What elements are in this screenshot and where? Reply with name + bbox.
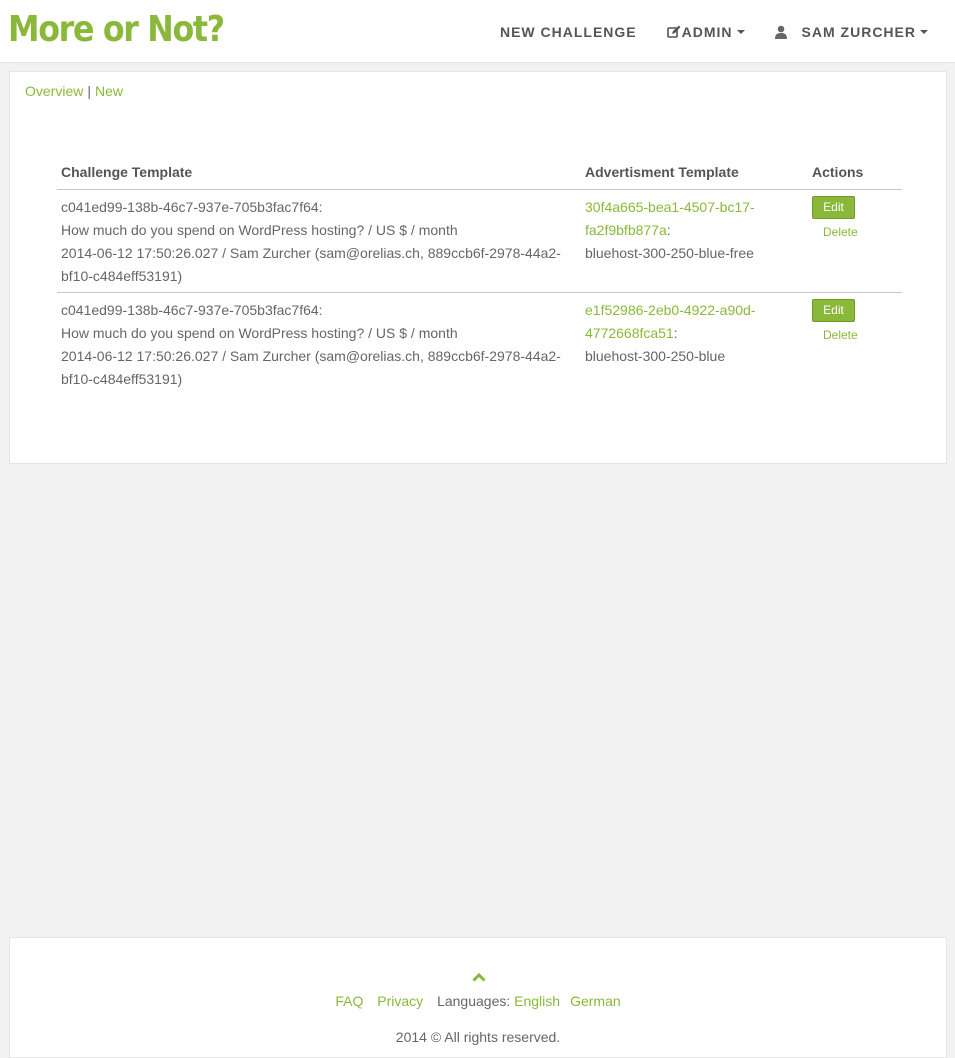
language-english-link[interactable]: English xyxy=(514,993,560,1009)
challenge-cell: c041ed99-138b-46c7-937e-705b3fac7f64: Ho… xyxy=(57,293,581,396)
header-challenge-template: Challenge Template xyxy=(57,160,581,190)
challenge-id: c041ed99-138b-46c7-937e-705b3fac7f64: xyxy=(61,302,323,318)
challenge-meta: 2014-06-12 17:50:26.027 / Sam Zurcher (s… xyxy=(61,348,561,387)
language-german-link[interactable]: German xyxy=(570,993,621,1009)
new-link[interactable]: New xyxy=(95,83,123,99)
delete-link[interactable]: Delete xyxy=(823,322,898,348)
edit-button[interactable]: Edit xyxy=(812,299,855,322)
caret-down-icon xyxy=(920,29,928,34)
challenge-question: How much do you spend on WordPress hosti… xyxy=(61,325,458,341)
advert-id-link[interactable]: e1f52986-2eb0-4922-a90d-4772668fca51 xyxy=(585,302,755,341)
brand-logo[interactable]: More or Not? xyxy=(8,8,225,52)
page-footer: FAQ Privacy Languages: English German 201… xyxy=(9,937,947,1058)
main-panel: Overview | New Challenge Template Advertis… xyxy=(9,71,947,464)
edit-button[interactable]: Edit xyxy=(812,196,855,219)
user-icon xyxy=(774,25,787,39)
header-actions: Actions xyxy=(808,160,902,190)
header-advert-template: Advertisment Template xyxy=(581,160,808,190)
new-challenge-link[interactable]: NEW CHALLENGE xyxy=(500,24,637,40)
challenge-cell: c041ed99-138b-46c7-937e-705b3fac7f64: Ho… xyxy=(57,189,581,293)
challenge-question: How much do you spend on WordPress hosti… xyxy=(61,222,458,238)
advert-colon: : xyxy=(666,222,671,238)
actions-cell: Edit Delete xyxy=(808,189,902,293)
challenge-id: c041ed99-138b-46c7-937e-705b3fac7f64: xyxy=(61,199,323,215)
caret-down-icon xyxy=(736,29,745,34)
advert-colon: : xyxy=(673,325,678,341)
breadcrumb: Overview | New xyxy=(25,83,123,99)
delete-link[interactable]: Delete xyxy=(823,219,898,245)
advert-cell: 30f4a665-bea1-4507-bc17-fa2f9bfb877a: bl… xyxy=(581,189,808,293)
challenge-meta: 2014-06-12 17:50:26.027 / Sam Zurcher (s… xyxy=(61,245,561,284)
user-dropdown[interactable]: SAM ZURCHER xyxy=(774,24,928,40)
footer-links: FAQ Privacy Languages: English German xyxy=(10,993,946,1009)
advert-cell: e1f52986-2eb0-4922-a90d-4772668fca51: bl… xyxy=(581,293,808,396)
table-header-row: Challenge Template Advertisment Template… xyxy=(57,160,902,190)
top-navbar: More or Not? NEW CHALLENGE ADMIN SAM ZUR… xyxy=(0,0,955,63)
user-name-label: SAM ZURCHER xyxy=(801,23,916,40)
table-row: c041ed99-138b-46c7-937e-705b3fac7f64: Ho… xyxy=(57,293,902,396)
templates-table: Challenge Template Advertisment Template… xyxy=(57,160,902,395)
overview-link[interactable]: Overview xyxy=(25,83,83,99)
advert-name: bluehost-300-250-blue xyxy=(585,348,726,364)
actions-cell: Edit Delete xyxy=(808,293,902,396)
chevron-up-icon[interactable] xyxy=(472,972,486,982)
admin-label: ADMIN xyxy=(681,23,733,40)
admin-dropdown[interactable]: ADMIN xyxy=(666,23,745,40)
breadcrumb-separator: | xyxy=(87,83,91,99)
table-row: c041ed99-138b-46c7-937e-705b3fac7f64: Ho… xyxy=(57,189,902,293)
faq-link[interactable]: FAQ xyxy=(335,993,363,1009)
edit-icon xyxy=(666,25,681,38)
nav-menu: NEW CHALLENGE ADMIN SAM ZURCHER xyxy=(500,0,955,63)
advert-name: bluehost-300-250-blue-free xyxy=(585,245,754,261)
languages-label: Languages: xyxy=(437,993,511,1009)
privacy-link[interactable]: Privacy xyxy=(377,993,423,1009)
copyright-text: 2014 © All rights reserved. xyxy=(395,1029,561,1045)
